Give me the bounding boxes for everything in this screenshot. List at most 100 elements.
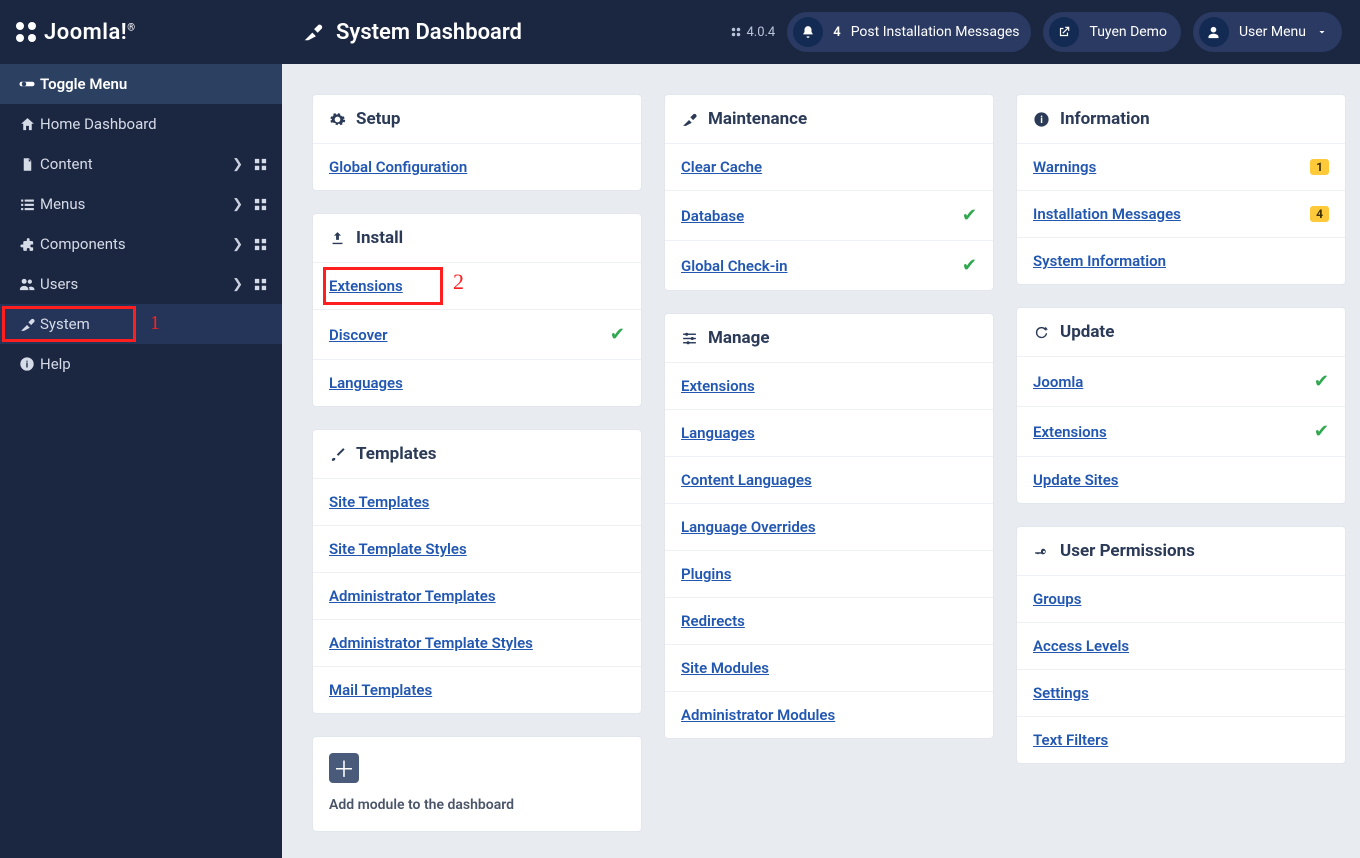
link-clear-cache[interactable]: Clear Cache <box>665 143 993 190</box>
link-admin-templates[interactable]: Administrator Templates <box>313 572 641 619</box>
card-title: Templates <box>356 444 437 464</box>
link-system-information[interactable]: System Information <box>1017 237 1345 284</box>
link-database[interactable]: Database✔ <box>665 190 993 240</box>
sidebar-item-users[interactable]: Users ❯ <box>0 264 282 304</box>
check-icon: ✔ <box>962 255 977 276</box>
upload-icon <box>329 230 346 247</box>
sidebar-item-label: Components <box>40 235 232 253</box>
card-manage: Manage Extensions Languages Content Lang… <box>664 313 994 739</box>
sidebar-item-label: Content <box>40 155 232 173</box>
link-update-extensions[interactable]: Extensions✔ <box>1017 406 1345 456</box>
add-module-label: Add module to the dashboard <box>329 797 625 813</box>
brand-name: Joomla!® <box>44 20 136 45</box>
sidebar-item-label: Users <box>40 275 232 293</box>
card-title: Install <box>356 228 403 248</box>
link-language-overrides[interactable]: Language Overrides <box>665 503 993 550</box>
card-add-module: ＋ Add module to the dashboard <box>312 736 642 832</box>
link-update-sites[interactable]: Update Sites <box>1017 456 1345 503</box>
link-global-checkin[interactable]: Global Check-in✔ <box>665 240 993 290</box>
card-title: Maintenance <box>708 109 807 129</box>
link-admin-template-styles[interactable]: Administrator Template Styles <box>313 619 641 666</box>
bell-icon <box>801 25 815 39</box>
card-update: Update Joomla✔ Extensions✔ Update Sites <box>1016 307 1346 504</box>
refresh-icon <box>1033 324 1050 341</box>
annotation-number-2: 2 <box>453 269 464 295</box>
link-warnings[interactable]: Warnings1 <box>1017 143 1345 190</box>
file-icon <box>14 156 40 173</box>
sidebar-item-help[interactable]: i Help <box>0 344 282 384</box>
warning-badge: 1 <box>1310 159 1329 175</box>
toggle-icon <box>14 75 40 93</box>
key-icon <box>1033 543 1050 560</box>
card-title: Information <box>1060 109 1150 129</box>
toggle-menu-button[interactable]: Toggle Menu <box>0 64 282 104</box>
external-link-icon <box>1057 25 1071 39</box>
add-module-button[interactable]: ＋ <box>329 753 359 783</box>
sidebar-item-home[interactable]: Home Dashboard <box>0 104 282 144</box>
post-install-messages-button[interactable]: 4 Post Installation Messages <box>787 12 1031 52</box>
chevron-right-icon: ❯ <box>232 237 243 252</box>
link-global-configuration[interactable]: Global Configuration <box>313 143 641 190</box>
link-mail-templates[interactable]: Mail Templates <box>313 666 641 713</box>
sidebar-item-content[interactable]: Content ❯ <box>0 144 282 184</box>
notif-count: 4 <box>833 25 840 40</box>
wrench-icon <box>681 111 698 128</box>
card-title: Setup <box>356 109 400 129</box>
link-plugins[interactable]: Plugins <box>665 550 993 597</box>
wrench-icon <box>302 21 324 43</box>
link-settings[interactable]: Settings <box>1017 669 1345 716</box>
topbar-right: 4.0.4 4 Post Installation Messages Tuyen… <box>730 12 1360 52</box>
link-groups[interactable]: Groups <box>1017 575 1345 622</box>
sidebar-item-label: Menus <box>40 195 232 213</box>
brand[interactable]: Joomla!® <box>0 0 282 64</box>
card-maintenance: Maintenance Clear Cache Database✔ Global… <box>664 94 994 291</box>
grid-icon[interactable] <box>253 277 268 292</box>
card-permissions: User Permissions Groups Access Levels Se… <box>1016 526 1346 764</box>
grid-icon[interactable] <box>253 197 268 212</box>
info-icon: i <box>14 356 40 372</box>
main-content: Setup Global Configuration Install Exten… <box>282 64 1360 858</box>
link-admin-modules[interactable]: Administrator Modules <box>665 691 993 738</box>
check-icon: ✔ <box>1314 371 1329 392</box>
link-installation-messages[interactable]: Installation Messages4 <box>1017 190 1345 237</box>
link-site-templates[interactable]: Site Templates <box>313 478 641 525</box>
joomla-logo-icon <box>14 20 38 44</box>
card-setup: Setup Global Configuration <box>312 94 642 191</box>
info-icon: i <box>1033 111 1050 128</box>
link-manage-languages[interactable]: Languages <box>665 409 993 456</box>
link-text-filters[interactable]: Text Filters <box>1017 716 1345 763</box>
bell-icon-wrap <box>793 17 823 47</box>
user-menu-button[interactable]: User Menu <box>1193 12 1342 52</box>
link-site-modules[interactable]: Site Modules <box>665 644 993 691</box>
link-discover[interactable]: Discover✔ <box>313 309 641 359</box>
sidebar-item-menus[interactable]: Menus ❯ <box>0 184 282 224</box>
link-install-languages[interactable]: Languages <box>313 359 641 406</box>
link-redirects[interactable]: Redirects <box>665 597 993 644</box>
wrench-icon <box>14 316 40 333</box>
grid-icon[interactable] <box>253 157 268 172</box>
open-site-button[interactable]: Tuyen Demo <box>1043 12 1180 52</box>
joomla-version[interactable]: 4.0.4 <box>730 25 775 40</box>
user-label: User Menu <box>1239 24 1306 40</box>
link-access-levels[interactable]: Access Levels <box>1017 622 1345 669</box>
link-update-joomla[interactable]: Joomla✔ <box>1017 356 1345 406</box>
grid-icon[interactable] <box>253 237 268 252</box>
card-title: Manage <box>708 328 770 348</box>
sidebar-item-system[interactable]: System 1 <box>0 304 282 344</box>
chevron-right-icon: ❯ <box>232 157 243 172</box>
brush-icon <box>329 446 346 463</box>
chevron-down-icon <box>1316 26 1328 38</box>
sidebar-item-components[interactable]: Components ❯ <box>0 224 282 264</box>
link-site-template-styles[interactable]: Site Template Styles <box>313 525 641 572</box>
sidebar-item-label: Help <box>40 355 268 373</box>
card-templates: Templates Site Templates Site Template S… <box>312 429 642 714</box>
external-icon-wrap <box>1049 17 1079 47</box>
check-icon: ✔ <box>962 205 977 226</box>
user-icon-wrap <box>1199 17 1229 47</box>
link-install-extensions[interactable]: Extensions 2 <box>313 262 641 309</box>
annotation-number-1: 1 <box>150 312 160 335</box>
user-icon <box>1206 25 1221 40</box>
link-manage-extensions[interactable]: Extensions <box>665 362 993 409</box>
link-content-languages[interactable]: Content Languages <box>665 456 993 503</box>
topbar: Joomla!® System Dashboard 4.0.4 4 Post I… <box>0 0 1360 64</box>
